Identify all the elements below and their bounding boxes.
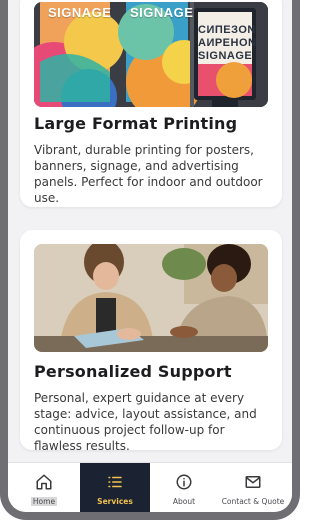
mail-icon xyxy=(244,473,262,495)
nav-item-home[interactable]: Home xyxy=(14,463,74,512)
card-description: Personal, expert guidance at every stage… xyxy=(34,391,257,450)
signage-image: SIGNAGE SIGNAGE CИПЕЗОN AИPEHON SIGNAGE xyxy=(34,2,268,107)
nav-label-contact: Contact & Quote xyxy=(221,497,285,506)
nav-label-services: Services xyxy=(97,497,133,506)
service-card-personalized-support[interactable]: Personalized Support Personal, expert gu… xyxy=(20,230,282,450)
card-title: Personalized Support xyxy=(34,362,232,381)
service-card-large-format[interactable]: SIGNAGE SIGNAGE CИПЕЗОN AИPEHON SIGNAGE … xyxy=(20,0,282,207)
nav-item-about[interactable]: About xyxy=(154,463,214,512)
nav-item-contact[interactable]: Contact & Quote xyxy=(214,463,292,512)
nav-label-home: Home xyxy=(30,497,58,506)
card-description: Vibrant, durable printing for posters, b… xyxy=(34,143,263,205)
signage-illustration: SIGNAGE SIGNAGE CИПЕЗОN AИPEHON SIGNAGE xyxy=(34,2,268,107)
list-icon xyxy=(106,473,124,495)
phone-frame: SIGNAGE SIGNAGE CИПЕЗОN AИPEHON SIGNAGE … xyxy=(0,0,300,520)
panel3-text: CИПЕЗОN AИPEHON SIGNAGE xyxy=(198,24,257,62)
support-photo xyxy=(34,244,268,352)
nav-label-about: About xyxy=(172,497,196,506)
panel2-text: SIGNAGE xyxy=(130,5,194,20)
support-illustration xyxy=(34,244,268,352)
bottom-nav: Home Services About Contact & Quote xyxy=(8,462,292,512)
info-icon xyxy=(175,473,193,495)
home-icon xyxy=(35,473,53,495)
card-title: Large Format Printing xyxy=(34,114,238,133)
panel1-text: SIGNAGE xyxy=(48,5,112,20)
nav-item-services[interactable]: Services xyxy=(80,463,150,512)
